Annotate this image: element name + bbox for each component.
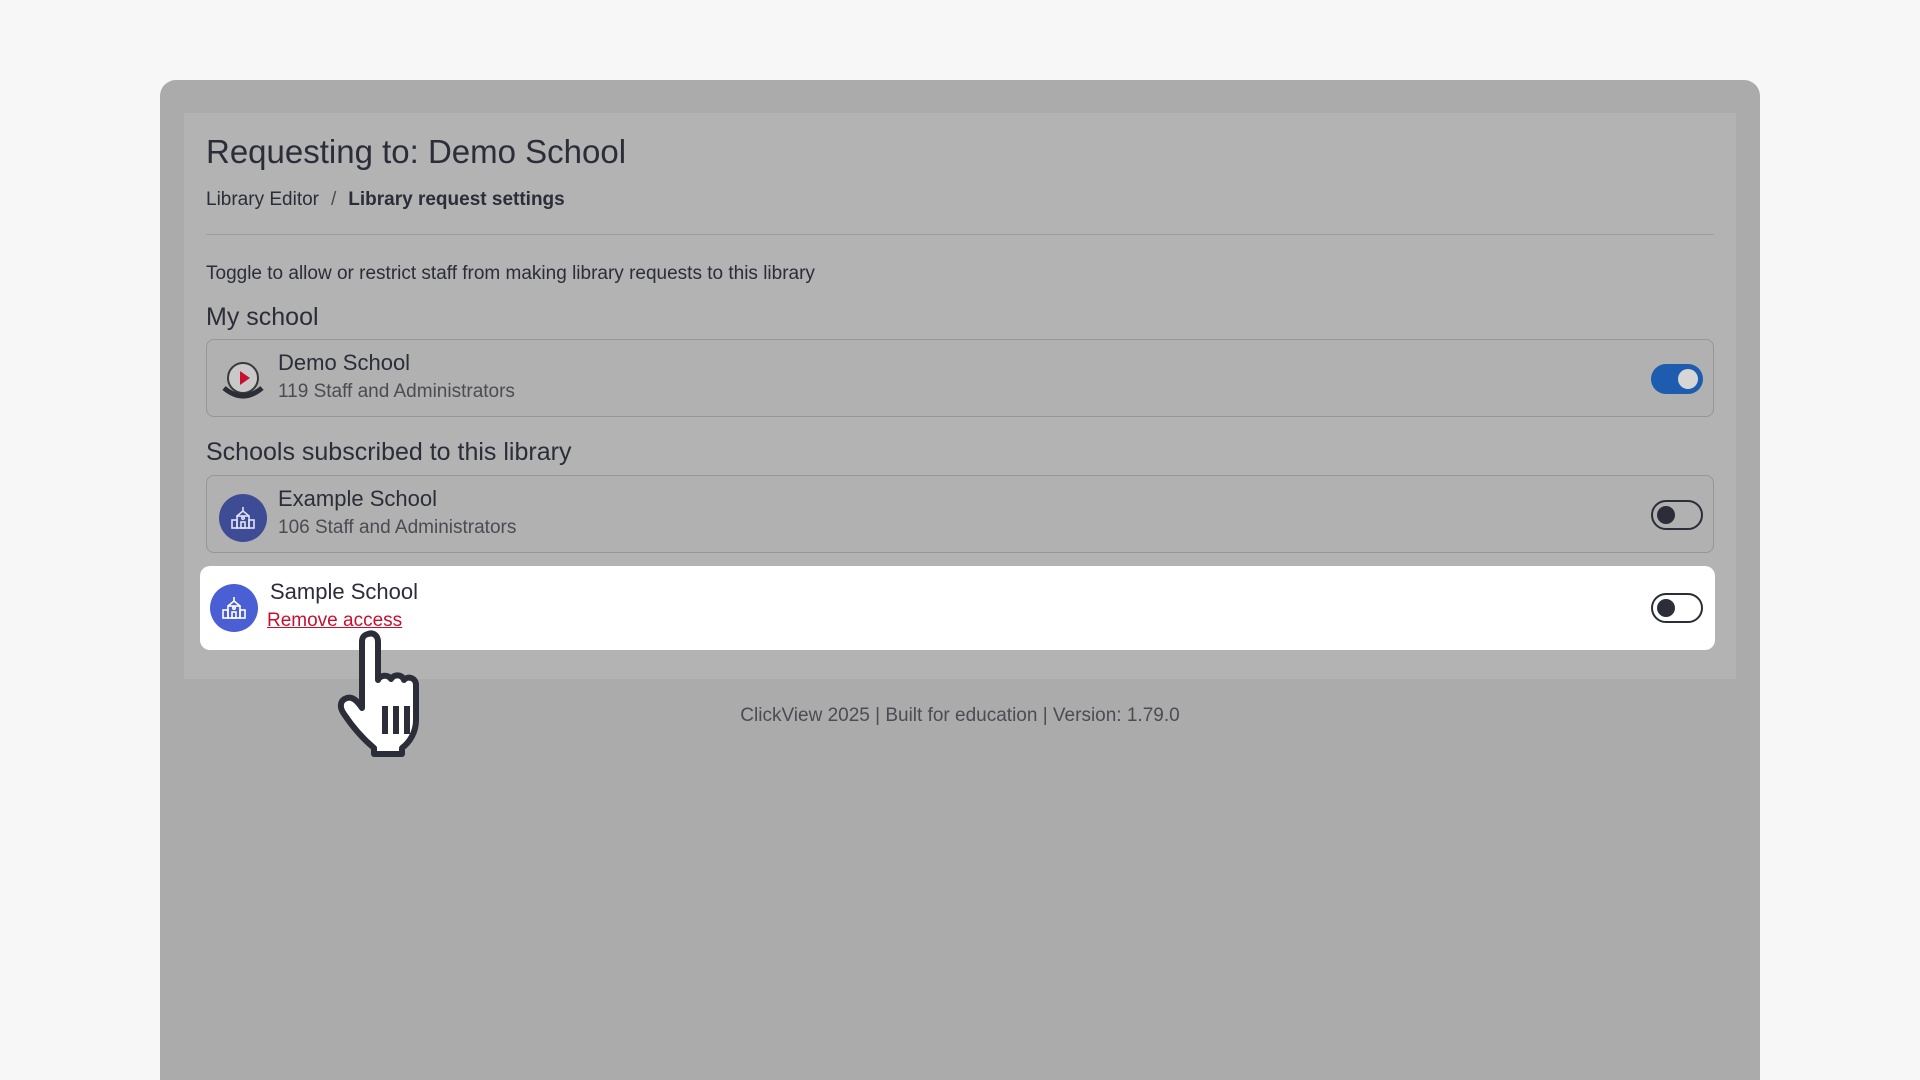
- school-name: Demo School: [278, 350, 411, 375]
- school-staff-count: 119 Staff and Administrators: [278, 381, 515, 402]
- toggle-knob: [1678, 369, 1698, 389]
- my-school-heading: My school: [206, 303, 319, 331]
- toggle-knob: [1657, 506, 1675, 524]
- breadcrumb-separator: /: [331, 189, 337, 210]
- page-title: Requesting to: Demo School: [206, 133, 627, 170]
- page-description: Toggle to allow or restrict staff from m…: [206, 263, 815, 284]
- breadcrumb-current: Library request settings: [348, 189, 565, 210]
- school-row-demo: Demo School 119 Staff and Administrators: [206, 339, 1714, 417]
- demo-school-toggle[interactable]: [1651, 364, 1703, 394]
- hand-pointer-icon: [337, 630, 419, 757]
- subscribed-heading: Schools subscribed to this library: [206, 438, 572, 466]
- school-building-icon: [219, 494, 267, 542]
- example-school-toggle[interactable]: [1651, 500, 1703, 530]
- clickview-logo-icon: [219, 358, 267, 406]
- school-building-icon: [210, 584, 258, 632]
- breadcrumb: Library Editor / Library request setting…: [206, 189, 565, 211]
- school-name: Example School: [278, 486, 437, 511]
- toggle-knob: [1657, 599, 1675, 617]
- divider: [206, 234, 1714, 235]
- school-row-example: Example School 106 Staff and Administrat…: [206, 475, 1714, 553]
- sample-school-toggle[interactable]: [1651, 593, 1703, 623]
- school-name: Sample School: [270, 579, 418, 604]
- school-staff-count: 106 Staff and Administrators: [278, 517, 517, 538]
- breadcrumb-library-editor[interactable]: Library Editor: [206, 189, 319, 211]
- footer: ClickView 2025 | Built for education | V…: [740, 705, 1180, 726]
